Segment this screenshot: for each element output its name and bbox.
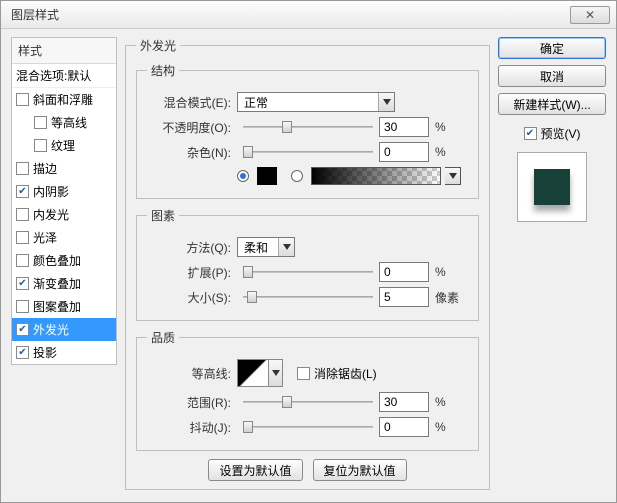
range-label: 范围(R): xyxy=(147,394,237,411)
ok-button[interactable]: 确定 xyxy=(498,37,606,59)
preview-checkbox[interactable] xyxy=(524,127,537,140)
set-default-button[interactable]: 设置为默认值 xyxy=(208,459,302,481)
outer-glow-group: 外发光 结构 混合模式(E): 正常 不透明度(O): % xyxy=(125,37,490,490)
style-item-bevel[interactable]: 斜面和浮雕 xyxy=(12,88,116,111)
spread-input[interactable] xyxy=(379,262,429,282)
contour-label: 等高线: xyxy=(147,365,237,382)
jitter-input[interactable] xyxy=(379,417,429,437)
close-icon: ✕ xyxy=(585,8,595,22)
style-item-texture[interactable]: 纹理 xyxy=(12,134,116,157)
gradient-dropdown[interactable] xyxy=(445,167,461,185)
structure-group: 结构 混合模式(E): 正常 不透明度(O): % xyxy=(136,62,479,199)
style-item-satin[interactable]: 光泽 xyxy=(12,226,116,249)
noise-label: 杂色(N): xyxy=(147,144,237,161)
size-label: 大小(S): xyxy=(147,289,237,306)
style-list-header: 样式 xyxy=(12,38,116,64)
style-item-pattern-overlay[interactable]: 图案叠加 xyxy=(12,295,116,318)
right-panel: 确定 取消 新建样式(W)... 预览(V) xyxy=(498,37,606,494)
preview-label: 预览(V) xyxy=(541,125,581,142)
checkbox[interactable] xyxy=(34,139,47,152)
reset-default-button[interactable]: 复位为默认值 xyxy=(313,459,407,481)
technique-label: 方法(Q): xyxy=(147,239,237,256)
antialias-label: 消除锯齿(L) xyxy=(314,365,377,382)
checkbox[interactable] xyxy=(16,346,29,359)
technique-combo[interactable]: 柔和 xyxy=(237,237,295,257)
close-button[interactable]: ✕ xyxy=(570,6,610,24)
window-title: 图层样式 xyxy=(7,6,570,23)
quality-legend: 品质 xyxy=(147,329,179,346)
range-input[interactable] xyxy=(379,392,429,412)
preview-box xyxy=(517,152,587,222)
style-item-inner-shadow[interactable]: 内阴影 xyxy=(12,180,116,203)
blend-mode-label: 混合模式(E): xyxy=(147,94,237,111)
spread-slider[interactable] xyxy=(243,265,373,279)
layer-style-dialog: 图层样式 ✕ 样式 混合选项:默认 斜面和浮雕 等高线 纹理 描边 内阴影 内发… xyxy=(0,0,617,503)
chevron-down-icon xyxy=(278,238,294,256)
blend-mode-combo[interactable]: 正常 xyxy=(237,92,395,112)
contour-dropdown[interactable] xyxy=(269,359,283,387)
checkbox[interactable] xyxy=(16,231,29,244)
antialias-checkbox[interactable] xyxy=(297,367,310,380)
opacity-slider[interactable] xyxy=(243,120,373,134)
chevron-down-icon xyxy=(378,93,394,111)
quality-group: 品质 等高线: 消除锯齿(L) 范围(R): xyxy=(136,329,479,451)
noise-slider[interactable] xyxy=(243,145,373,159)
checkbox[interactable] xyxy=(16,277,29,290)
checkbox[interactable] xyxy=(16,208,29,221)
opacity-input[interactable] xyxy=(379,117,429,137)
style-list-panel: 样式 混合选项:默认 斜面和浮雕 等高线 纹理 描边 内阴影 内发光 光泽 颜色… xyxy=(11,37,117,494)
style-item-contour[interactable]: 等高线 xyxy=(12,111,116,134)
settings-panel: 外发光 结构 混合模式(E): 正常 不透明度(O): % xyxy=(125,37,490,494)
titlebar: 图层样式 ✕ xyxy=(1,1,616,29)
outer-glow-legend: 外发光 xyxy=(136,37,180,54)
cancel-button[interactable]: 取消 xyxy=(498,65,606,87)
contour-picker[interactable] xyxy=(237,359,269,387)
style-item-drop-shadow[interactable]: 投影 xyxy=(12,341,116,364)
color-radio[interactable] xyxy=(237,170,249,182)
size-input[interactable] xyxy=(379,287,429,307)
size-slider[interactable] xyxy=(243,290,373,304)
opacity-label: 不透明度(O): xyxy=(147,119,237,136)
style-item-gradient-overlay[interactable]: 渐变叠加 xyxy=(12,272,116,295)
color-swatch[interactable] xyxy=(257,167,277,185)
style-item-color-overlay[interactable]: 颜色叠加 xyxy=(12,249,116,272)
jitter-slider[interactable] xyxy=(243,420,373,434)
blend-options-item[interactable]: 混合选项:默认 xyxy=(12,64,116,87)
structure-legend: 结构 xyxy=(147,62,179,79)
checkbox[interactable] xyxy=(16,185,29,198)
style-item-stroke[interactable]: 描边 xyxy=(12,157,116,180)
checkbox[interactable] xyxy=(16,254,29,267)
preview-swatch xyxy=(534,169,570,205)
checkbox[interactable] xyxy=(16,162,29,175)
checkbox[interactable] xyxy=(16,323,29,336)
element-group: 图素 方法(Q): 柔和 扩展(P): % xyxy=(136,207,479,321)
new-style-button[interactable]: 新建样式(W)... xyxy=(498,93,606,115)
gradient-preview[interactable] xyxy=(311,167,441,185)
style-item-inner-glow[interactable]: 内发光 xyxy=(12,203,116,226)
jitter-label: 抖动(J): xyxy=(147,419,237,436)
range-slider[interactable] xyxy=(243,395,373,409)
spread-label: 扩展(P): xyxy=(147,264,237,281)
noise-input[interactable] xyxy=(379,142,429,162)
element-legend: 图素 xyxy=(147,207,179,224)
checkbox[interactable] xyxy=(34,116,47,129)
checkbox[interactable] xyxy=(16,93,29,106)
style-item-outer-glow[interactable]: 外发光 xyxy=(12,318,116,341)
gradient-radio[interactable] xyxy=(291,170,303,182)
checkbox[interactable] xyxy=(16,300,29,313)
